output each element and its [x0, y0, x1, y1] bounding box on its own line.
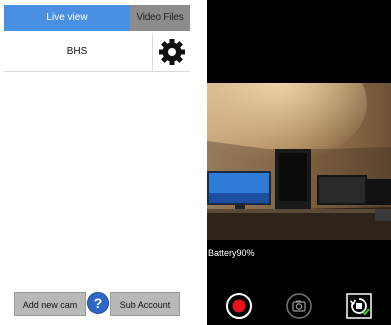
rotate-icon [346, 293, 372, 319]
gear-icon [158, 39, 185, 65]
camera-list-screen: Live view Video Files BHS Add new cam ? … [0, 0, 196, 325]
add-new-cam-button[interactable]: Add new cam [14, 292, 86, 316]
rotate-button[interactable] [345, 292, 373, 320]
video-scene [207, 83, 391, 240]
live-player-screen: Battery90% [207, 0, 391, 325]
battery-status: Battery90% [208, 248, 255, 258]
snapshot-button[interactable] [285, 292, 313, 320]
live-video-feed[interactable] [207, 83, 391, 240]
sub-account-button[interactable]: Sub Account [110, 292, 180, 316]
camera-name: BHS [66, 46, 88, 57]
help-button[interactable]: ? [87, 292, 109, 314]
tab-bar: Live view Video Files [4, 5, 190, 31]
tab-video-files[interactable]: Video Files [130, 5, 190, 31]
bottom-toolbar: Add new cam ? Sub Account [14, 291, 180, 317]
record-icon [226, 293, 252, 319]
record-button[interactable] [225, 292, 253, 320]
tab-live-view[interactable]: Live view [4, 5, 130, 31]
player-controls [207, 292, 391, 325]
camera-icon [286, 293, 312, 319]
camera-settings-button[interactable] [152, 33, 190, 71]
camera-list-item[interactable]: BHS [4, 33, 190, 72]
